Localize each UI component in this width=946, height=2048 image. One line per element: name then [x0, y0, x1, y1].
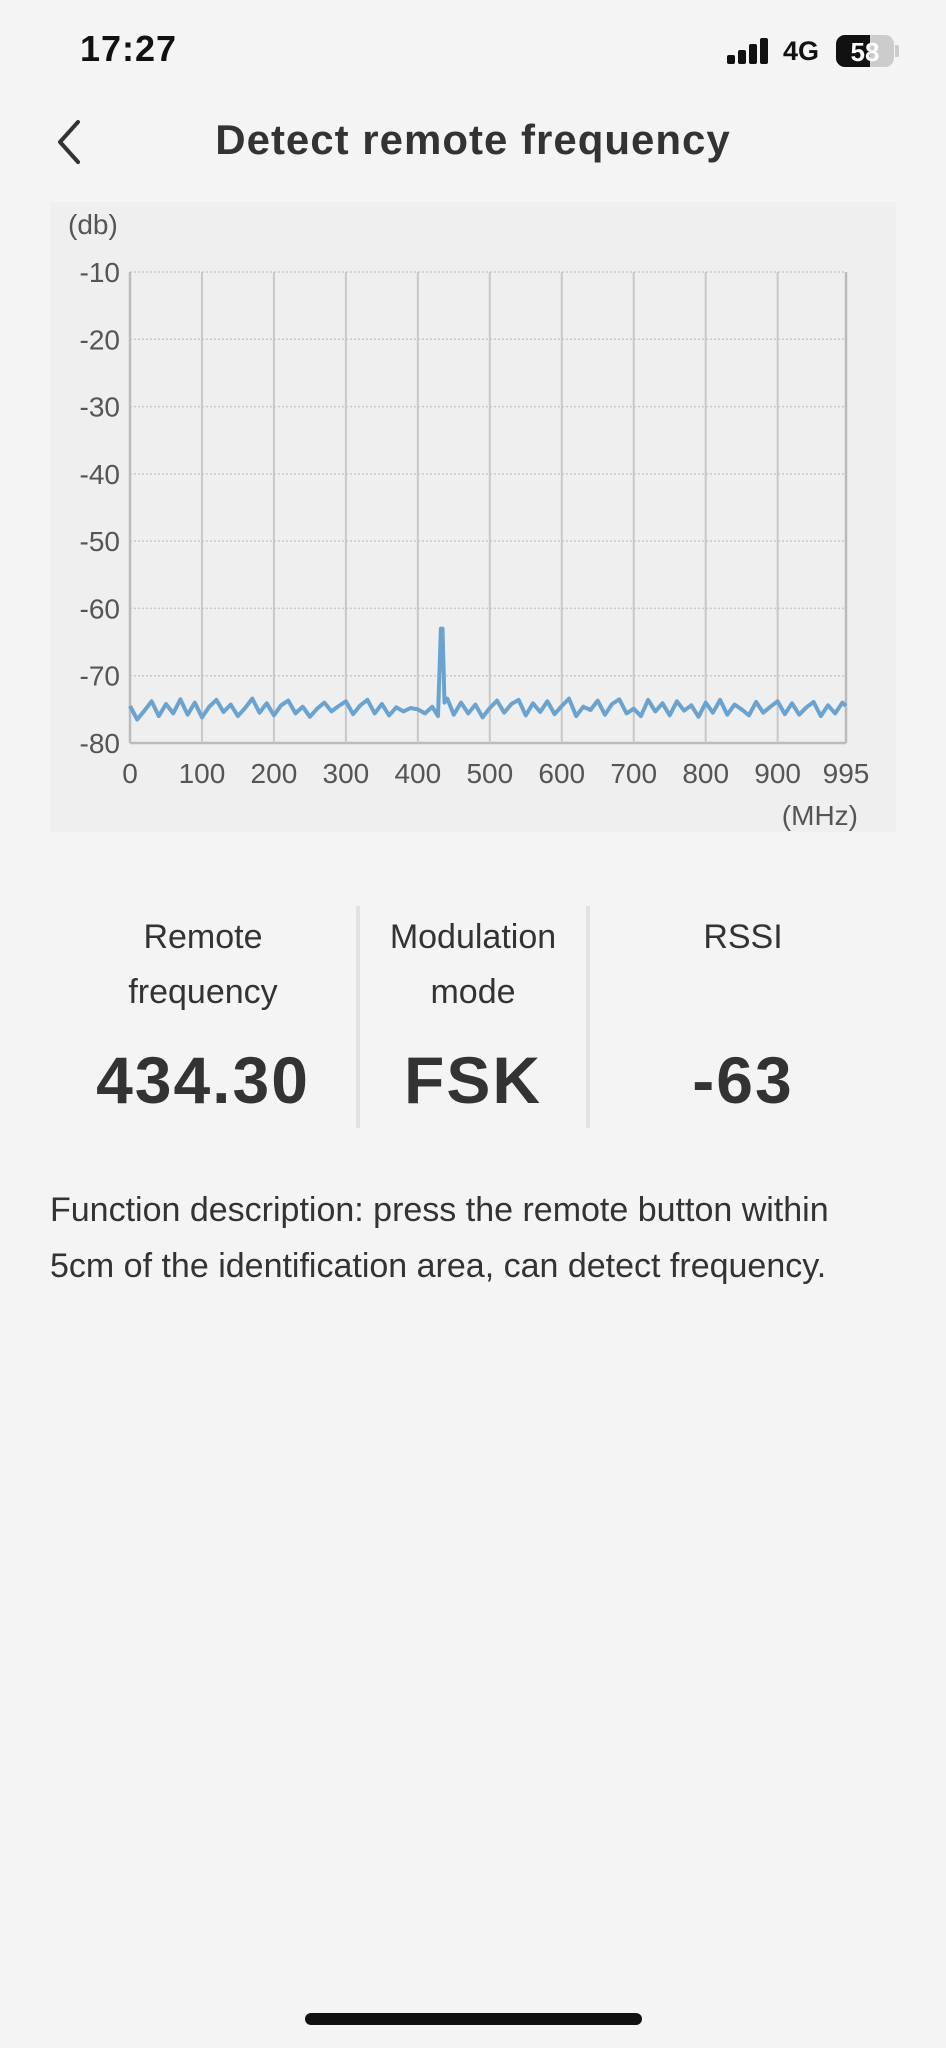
x-tick-label: 0 — [122, 758, 138, 789]
y-axis-label: (db) — [68, 209, 118, 240]
x-tick-label: 500 — [466, 758, 513, 789]
x-tick-label: 400 — [394, 758, 441, 789]
stat-remote-frequency: Remote frequency 434.30 — [50, 900, 356, 1130]
series-line — [128, 626, 848, 722]
y-tick-label: -10 — [80, 257, 120, 288]
x-tick-label: 900 — [754, 758, 801, 789]
battery-nub — [895, 45, 899, 57]
y-tick-label: -60 — [80, 593, 120, 624]
nav-header: Detect remote frequency — [0, 100, 946, 190]
cellular-signal-icon — [727, 38, 769, 64]
remote-frequency-value: 434.30 — [96, 1043, 310, 1117]
modulation-mode-value: FSK — [404, 1043, 542, 1117]
stat-label-remote-frequency: Remote frequency — [50, 910, 356, 1020]
battery-icon: 58 — [836, 35, 894, 67]
stat-label-modulation-mode: Modulation mode — [360, 910, 586, 1020]
battery-level: 58 — [850, 37, 880, 67]
y-tick-label: -40 — [80, 459, 120, 490]
status-bar: 17:27 4G 58 — [0, 0, 946, 100]
y-tick-label: -30 — [80, 392, 120, 423]
network-type: 4G — [783, 36, 820, 66]
stat-label-line: frequency — [128, 973, 278, 1011]
stat-modulation-mode: Modulation mode FSK — [360, 900, 586, 1130]
x-tick-label: 995 — [823, 758, 870, 789]
x-tick-label: 100 — [179, 758, 226, 789]
spectrum-chart: -10 -20 -30 -40 -50 -60 -70 -80 0 100 200 300 400 500… — [50, 202, 896, 832]
home-indicator[interactable] — [305, 2013, 642, 2025]
x-tick-label: 800 — [682, 758, 729, 789]
stat-label-rssi: RSSI — [590, 910, 896, 965]
rssi-value: -63 — [692, 1043, 794, 1117]
x-tick-label: 700 — [610, 758, 657, 789]
y-tick-label: -50 — [80, 526, 120, 557]
y-tick-label: -20 — [80, 324, 120, 355]
stat-label-line: Remote — [143, 918, 263, 956]
spectrum-chart-svg: -10 -20 -30 -40 -50 -60 -70 -800 100 200 300 400 500… — [68, 209, 870, 831]
stat-label-line: Modulation — [389, 918, 557, 956]
x-tick-label: 300 — [323, 758, 370, 789]
y-tick-label: -70 — [80, 661, 120, 692]
y-tick-label: -80 — [80, 728, 120, 759]
x-tick-label: 600 — [538, 758, 585, 789]
function-description: Function description: press the remote b… — [50, 1191, 829, 1285]
x-axis-label: (MHz) — [782, 800, 858, 831]
page-title: Detect remote frequency — [215, 116, 731, 163]
stats-panel: Remote frequency 434.30 Modulation mode … — [50, 900, 896, 1130]
stat-label-line: RSSI — [703, 918, 783, 956]
stat-label-line: mode — [430, 973, 516, 1011]
status-time: 17:27 — [80, 28, 178, 69]
stat-rssi: RSSI -63 — [590, 900, 896, 1130]
x-tick-label: 200 — [251, 758, 298, 789]
